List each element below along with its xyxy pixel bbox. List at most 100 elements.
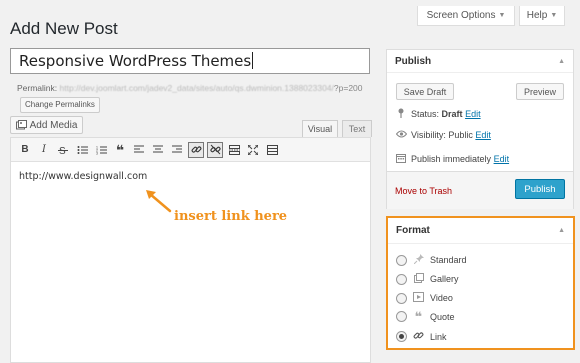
radio-link[interactable] — [396, 331, 407, 342]
text-cursor — [252, 52, 254, 69]
quote-icon: ❝ — [115, 141, 125, 158]
post-title-input[interactable]: Responsive WordPress Themes — [10, 48, 370, 74]
publish-box-header[interactable]: Publish ▲ — [387, 50, 573, 73]
link-icon — [413, 330, 424, 343]
help-label: Help — [526, 10, 548, 21]
publish-button[interactable]: Publish — [515, 179, 565, 199]
page-title: Add New Post — [10, 19, 118, 38]
format-box-title: Format — [396, 225, 430, 236]
publish-value: immediately — [443, 154, 492, 164]
status-row: Status: Draft Edit — [396, 108, 481, 120]
caret-down-icon: ▼ — [498, 12, 506, 19]
publish-footer: Move to Trash Publish — [387, 171, 573, 209]
align-right-button[interactable] — [169, 142, 185, 158]
eye-icon — [395, 130, 408, 140]
strikethrough-icon: S — [58, 146, 68, 155]
align-center-button[interactable] — [150, 142, 166, 158]
permalink-row: Permalink: http://dev.joomlart.com/jadev… — [17, 80, 377, 113]
unlink-icon — [209, 144, 221, 155]
format-box-header[interactable]: Format ▲ — [388, 218, 573, 244]
move-to-trash-link[interactable]: Move to Trash — [395, 186, 452, 196]
tab-visual[interactable]: Visual — [302, 120, 338, 137]
screen-options-button[interactable]: Screen Options ▼ — [417, 6, 515, 26]
more-tag-button[interactable] — [226, 142, 242, 158]
collapse-arrow-icon[interactable]: ▲ — [558, 58, 565, 65]
italic-button[interactable]: I — [36, 142, 52, 158]
visibility-row: Visibility: Public Edit — [395, 130, 491, 140]
bullet-list-button[interactable] — [74, 142, 90, 158]
align-center-icon — [153, 145, 163, 153]
kitchen-sink-icon — [266, 144, 278, 155]
bold-glyph: B — [21, 144, 29, 155]
format-option-gallery[interactable]: Gallery — [396, 273, 459, 285]
calendar-icon — [396, 153, 406, 165]
post-title-value: Responsive WordPress Themes — [19, 52, 252, 70]
fullscreen-button[interactable] — [245, 142, 261, 158]
format-option-label: Video — [430, 293, 453, 303]
annotation-arrow-icon — [146, 190, 172, 213]
help-button[interactable]: Help ▼ — [519, 6, 565, 26]
format-option-label: Quote — [430, 311, 455, 322]
permalink-label: Permalink: — [17, 83, 58, 93]
editor-content[interactable]: http://www.designwall.com — [11, 162, 370, 191]
bullet-list-icon — [77, 145, 88, 154]
radio-quote[interactable] — [396, 311, 407, 322]
radio-standard[interactable] — [396, 254, 407, 266]
publish-box: Publish ▲ Save Draft Preview Status: Dra… — [386, 49, 574, 209]
video-icon — [413, 292, 424, 304]
visibility-value: Public — [448, 130, 473, 140]
format-option-label: Gallery — [430, 274, 459, 284]
collapse-arrow-icon[interactable]: ▲ — [558, 227, 565, 234]
italic-glyph: I — [42, 144, 46, 155]
visibility-edit-link[interactable]: Edit — [475, 130, 491, 140]
status-edit-link[interactable]: Edit — [465, 109, 481, 119]
add-media-label: Add Media — [29, 119, 78, 131]
insert-link-button[interactable] — [188, 141, 204, 158]
status-label: Status: — [411, 109, 440, 119]
align-left-icon — [134, 145, 144, 153]
quote-icon: ❝ — [414, 308, 423, 324]
permalink-url[interactable]: http://dev.joomlart.com/jadev2_data/site… — [60, 83, 334, 93]
numbered-list-icon: 123 — [96, 145, 107, 155]
editor-toolbar: B I S 123 ❝ — [11, 138, 370, 162]
blockquote-button[interactable]: ❝ — [112, 142, 128, 158]
caret-down-icon: ▼ — [550, 12, 558, 19]
toolbar-toggle-button[interactable] — [264, 142, 280, 158]
publish-date-edit-link[interactable]: Edit — [494, 154, 510, 164]
strikethrough-button[interactable]: S — [55, 142, 71, 158]
permalink-suffix: ?p=200 — [333, 83, 363, 93]
align-right-icon — [172, 145, 182, 153]
publish-date-row: Publish immediately Edit — [396, 153, 509, 165]
status-value: Draft — [441, 109, 463, 119]
bold-button[interactable]: B — [17, 142, 33, 158]
change-permalinks-button[interactable]: Change Permalinks — [20, 96, 100, 113]
svg-text:3: 3 — [96, 151, 98, 155]
editor: B I S 123 ❝ http://www.designwall.com — [10, 137, 371, 363]
format-option-standard[interactable]: Standard — [396, 254, 467, 266]
save-draft-button[interactable]: Save Draft — [396, 83, 454, 100]
format-option-video[interactable]: Video — [396, 292, 453, 304]
radio-gallery[interactable] — [396, 273, 407, 285]
format-option-link[interactable]: Link — [396, 330, 447, 343]
format-option-label: Link — [430, 331, 447, 342]
remove-link-button[interactable] — [207, 141, 223, 158]
more-tag-icon — [228, 144, 240, 155]
gallery-icon — [413, 273, 424, 285]
format-option-quote[interactable]: ❝ Quote — [396, 308, 455, 324]
numbered-list-button[interactable]: 123 — [93, 142, 109, 158]
screen-options-label: Screen Options — [426, 10, 496, 21]
media-icon — [15, 120, 27, 130]
fullscreen-icon — [248, 144, 258, 155]
pin-icon — [396, 108, 406, 120]
radio-video[interactable] — [396, 292, 407, 304]
align-left-button[interactable] — [131, 142, 147, 158]
format-option-label: Standard — [430, 255, 467, 265]
publish-box-title: Publish — [395, 55, 432, 67]
annotation-text: insert link here — [174, 209, 288, 224]
tab-text[interactable]: Text — [342, 120, 372, 137]
add-media-button[interactable]: Add Media — [10, 116, 83, 134]
link-icon — [191, 146, 201, 153]
publish-label: Publish — [411, 154, 441, 164]
pin-icon — [413, 254, 424, 266]
preview-button[interactable]: Preview — [516, 83, 564, 100]
